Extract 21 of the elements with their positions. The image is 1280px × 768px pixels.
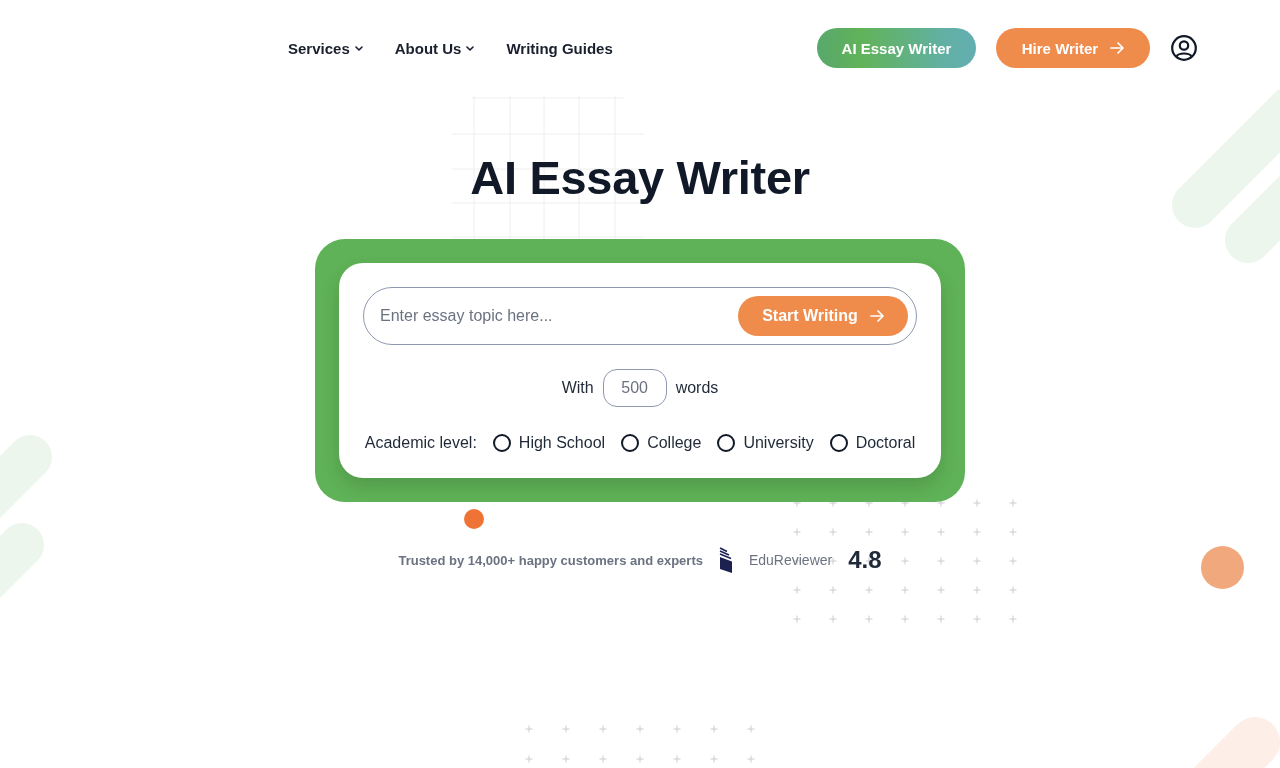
arrow-right-icon [869, 310, 884, 322]
book-logo-icon [718, 547, 733, 573]
decorative-circle [1201, 546, 1244, 589]
arrow-right-icon [1110, 42, 1125, 54]
nav-link[interactable]: Services [288, 39, 363, 57]
trust-text: Trusted by 14,000+ happy customers and experts [398, 552, 703, 568]
page-title: AI Essay Writer [470, 150, 810, 206]
nav-link[interactable]: About Us [394, 39, 475, 57]
reviewer-name: EduReviewer [748, 552, 833, 568]
level-radio[interactable]: University [717, 434, 814, 452]
nav-link[interactable]: Writing Guides [506, 39, 613, 57]
level-radio[interactable]: College [621, 434, 702, 452]
words-prefix: With [561, 379, 594, 397]
word-count-input[interactable]: 500 [602, 369, 667, 407]
level-radio[interactable]: High School [492, 434, 606, 452]
words-suffix: words [675, 379, 719, 397]
rating-score: 4.8 [848, 546, 882, 574]
user-icon[interactable] [1171, 35, 1197, 61]
academic-level-label: Academic level: [364, 434, 477, 452]
level-radio[interactable]: Doctoral [829, 434, 916, 452]
decorative-circle [464, 509, 484, 529]
